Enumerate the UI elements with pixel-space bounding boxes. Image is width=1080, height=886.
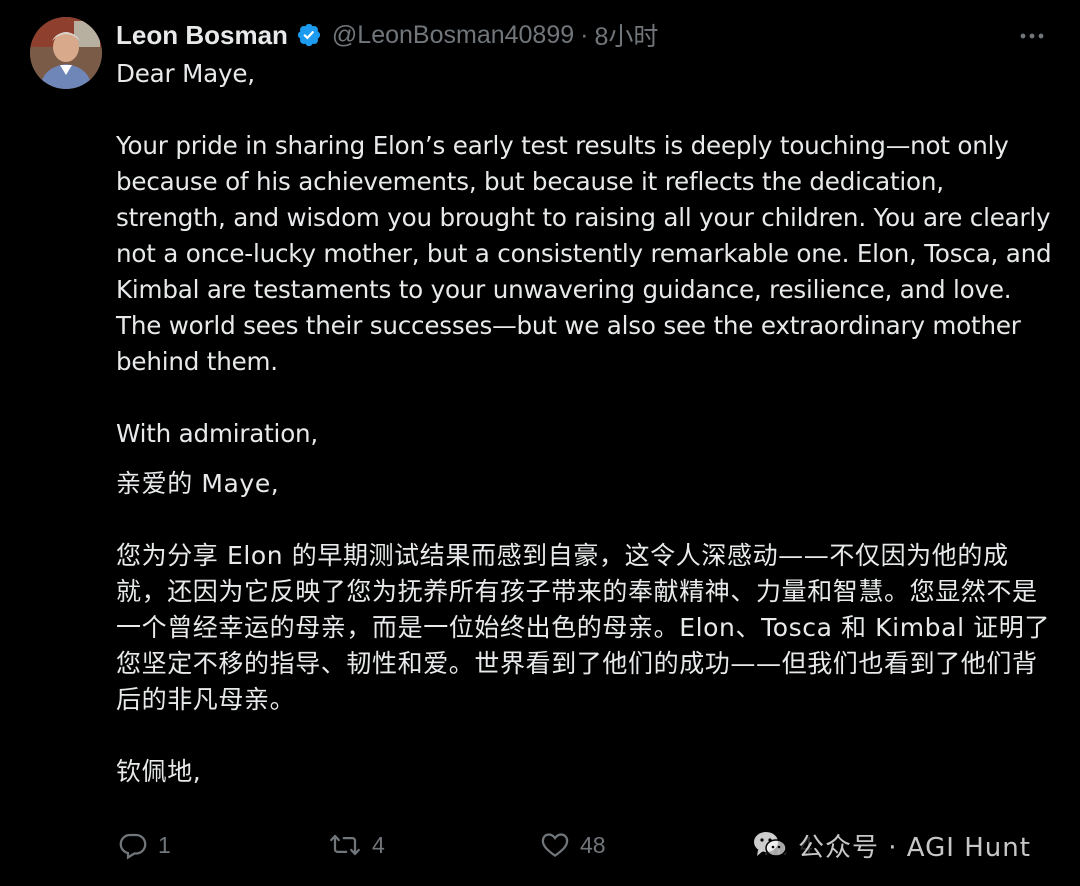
paragraph-greeting-en: Dear Maye,: [116, 59, 255, 88]
paragraph-closing-en: With admiration,: [116, 419, 319, 448]
watermark: 公众号 · AGI Hunt: [752, 820, 1031, 870]
paragraph-greeting-zh: 亲爱的 Maye,: [116, 469, 280, 498]
author-handle[interactable]: @LeonBosman40899: [332, 21, 574, 50]
author-display-name[interactable]: Leon Bosman: [116, 20, 288, 51]
watermark-text: 公众号 · AGI Hunt: [798, 832, 1031, 863]
retweet-count: 4: [372, 831, 385, 858]
more-horizontal-icon[interactable]: [1018, 22, 1046, 50]
paragraph-closing-zh: 钦佩地,: [116, 757, 202, 786]
avatar-image: [30, 17, 102, 89]
avatar[interactable]: [30, 17, 102, 89]
verified-badge-icon[interactable]: [296, 22, 322, 48]
heart-icon: [541, 833, 569, 857]
retweet-button[interactable]: 4: [328, 820, 385, 870]
tweet-header: Leon Bosman @LeonBosman40899 · 8小时: [116, 14, 658, 56]
wechat-icon: [754, 832, 787, 857]
paragraph-body-en: Your pride in sharing Elon’s early test …: [116, 131, 1052, 376]
like-count: 48: [580, 831, 606, 858]
reply-button[interactable]: 1: [118, 820, 171, 870]
tweet-timestamp[interactable]: 8小时: [594, 17, 658, 53]
tweet[interactable]: Leon Bosman @LeonBosman40899 · 8小时 Dear …: [0, 0, 1080, 886]
separator-dot: ·: [580, 20, 589, 49]
reply-count: 1: [158, 831, 171, 858]
reply-icon: [119, 833, 147, 860]
tweet-text: Dear Maye, Your pride in sharing Elon’s …: [116, 56, 1056, 790]
like-button[interactable]: 48: [540, 820, 606, 870]
paragraph-body-zh: 您为分享 Elon 的早期测试结果而感到自豪，这令人深感动——不仅因为他的成就，…: [116, 541, 1050, 714]
retweet-icon: [330, 834, 360, 856]
